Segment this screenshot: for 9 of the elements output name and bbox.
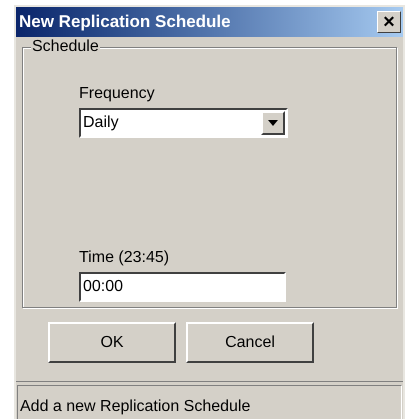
time-label: Time (23:45) bbox=[79, 248, 170, 268]
cancel-button[interactable]: Cancel bbox=[186, 322, 314, 364]
time-field[interactable]: 00:00 bbox=[79, 272, 286, 302]
status-bar-text: Add a new Replication Schedule bbox=[20, 398, 250, 415]
window-title: New Replication Schedule bbox=[18, 11, 231, 34]
frequency-label: Frequency bbox=[79, 84, 156, 104]
ok-button[interactable]: OK bbox=[48, 322, 176, 364]
frequency-dropdown[interactable]: Daily bbox=[79, 108, 288, 138]
close-button[interactable]: × bbox=[377, 10, 401, 33]
